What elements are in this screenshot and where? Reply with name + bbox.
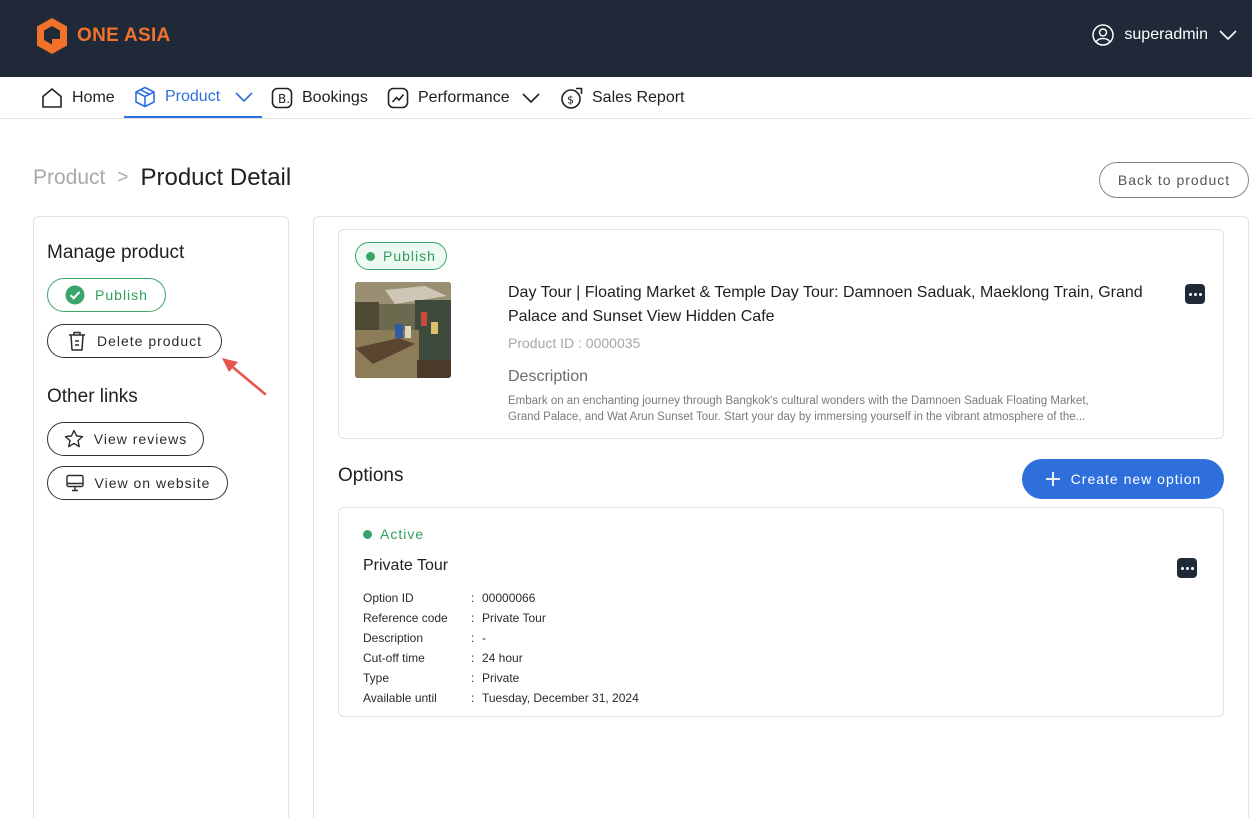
product-more-menu-button[interactable] [1185, 284, 1205, 304]
check-circle-icon [65, 285, 85, 305]
other-links-heading: Other links [47, 386, 138, 407]
detail-colon: : [471, 691, 475, 705]
chevron-down-icon [1219, 30, 1237, 41]
option-detail-row: Available until : Tuesday, December 31, … [363, 688, 639, 708]
option-card: Active Private Tour Option ID : 00000066… [338, 507, 1224, 717]
detail-key: Type [363, 671, 390, 685]
chevron-down-icon [235, 91, 253, 102]
user-icon [1092, 24, 1115, 46]
detail-colon: : [471, 651, 475, 665]
detail-value: - [482, 631, 486, 645]
breadcrumb-product-link[interactable]: Product [33, 166, 105, 190]
plus-icon [1045, 472, 1060, 486]
box-icon [135, 86, 155, 107]
home-icon [42, 87, 62, 108]
product-card: Publish Day Tour | Floating Market & Tem… [338, 229, 1224, 439]
nav-label-performance: Performance [418, 88, 510, 106]
detail-value: Tuesday, December 31, 2024 [482, 691, 639, 705]
view-reviews-button[interactable]: View reviews [47, 422, 204, 456]
nav-item-sales-report[interactable]: $ Sales Report [560, 77, 685, 118]
detail-value: 00000066 [482, 591, 536, 605]
view-on-website-label: View on website [94, 475, 211, 491]
detail-key: Description [363, 631, 424, 645]
chart-icon [387, 87, 409, 108]
floating-market-image [355, 282, 451, 378]
nav-label-sales-report: Sales Report [592, 88, 685, 106]
nav-item-product[interactable]: Product [124, 77, 262, 118]
option-status: Active [363, 526, 424, 542]
description-line-1: Embark on an enchanting journey through … [508, 395, 1089, 407]
delete-product-label: Delete product [96, 333, 203, 349]
money-icon: $ [561, 87, 583, 109]
detail-key: Option ID [363, 591, 414, 605]
description-line-2: Grand Palace, and Wat Arun Sunset Tour. … [508, 411, 1086, 423]
option-detail-row: Cut-off time : 24 hour [363, 648, 639, 668]
page-title: Product Detail [140, 164, 292, 191]
detail-key: Reference code [363, 611, 448, 625]
detail-key: Cut-off time [363, 651, 425, 665]
user-menu[interactable]: superadmin [1092, 24, 1238, 46]
nav-label-bookings: Bookings [302, 88, 368, 106]
brand-name: ONE ASIA [77, 25, 171, 46]
create-option-label: Create new option [1070, 471, 1202, 487]
view-on-website-button[interactable]: View on website [47, 466, 228, 500]
product-description: Embark on an enchanting journey through … [508, 393, 1148, 425]
manage-panel: Manage product Publish Delete product Ot… [33, 216, 289, 818]
option-status-dot [363, 529, 372, 539]
svg-text:$: $ [567, 93, 574, 106]
nav-label-home: Home [72, 88, 115, 106]
description-heading: Description [508, 368, 589, 385]
option-details: Option ID : 00000066 Reference code : Pr… [363, 588, 639, 708]
option-detail-row: Type : Private [363, 668, 639, 688]
create-new-option-button[interactable]: Create new option [1022, 459, 1224, 499]
back-to-product-button[interactable]: Back to product [1099, 162, 1249, 198]
svg-text:B.: B. [278, 92, 290, 106]
nav-item-performance[interactable]: Performance [386, 77, 541, 118]
main-nav: Home Product B. Bookings Performance $ S… [0, 77, 1252, 119]
detail-colon: : [471, 591, 475, 605]
option-more-menu-button[interactable] [1177, 558, 1197, 578]
breadcrumb: Product > Product Detail [33, 164, 291, 192]
status-dot [366, 251, 375, 261]
top-header: ONE ASIA superadmin [0, 0, 1252, 77]
delete-product-button[interactable]: Delete product [47, 324, 222, 358]
product-thumbnail [355, 282, 451, 378]
detail-value: Private Tour [482, 611, 546, 625]
detail-value: 24 hour [482, 651, 523, 665]
option-detail-row: Description : - [363, 628, 639, 648]
status-badge: Publish [355, 242, 447, 270]
detail-colon: : [471, 611, 475, 625]
breadcrumb-separator: > [117, 167, 129, 188]
option-name: Private Tour [363, 557, 449, 574]
bookings-icon: B. [271, 87, 293, 108]
publish-label: Publish [95, 287, 148, 303]
detail-key: Available until [363, 691, 437, 705]
product-id: Product ID : 0000035 [508, 335, 641, 351]
status-label: Publish [383, 248, 436, 264]
detail-value: Private [482, 671, 520, 685]
option-detail-row: Option ID : 00000066 [363, 588, 639, 608]
options-heading: Options [338, 465, 404, 486]
option-detail-row: Reference code : Private Tour [363, 608, 639, 628]
detail-colon: : [471, 631, 475, 645]
product-title: Day Tour | Floating Market & Temple Day … [508, 284, 1143, 325]
option-status-label: Active [380, 526, 425, 542]
annotation-arrow-icon [222, 358, 267, 396]
nav-label-product: Product [165, 87, 221, 105]
chevron-down-icon [522, 92, 540, 103]
monitor-icon [65, 474, 84, 492]
detail-colon: : [471, 671, 475, 685]
nav-item-bookings[interactable]: B. Bookings [270, 77, 368, 118]
one-asia-logo-icon [37, 18, 67, 54]
nav-item-home[interactable]: Home [40, 77, 115, 118]
trash-icon [68, 331, 85, 351]
username: superadmin [1124, 26, 1208, 43]
view-reviews-label: View reviews [93, 431, 188, 447]
publish-button[interactable]: Publish [47, 278, 166, 312]
star-icon [64, 429, 83, 448]
brand-logo[interactable]: ONE ASIA [35, 17, 171, 55]
manage-product-heading: Manage product [47, 242, 185, 263]
